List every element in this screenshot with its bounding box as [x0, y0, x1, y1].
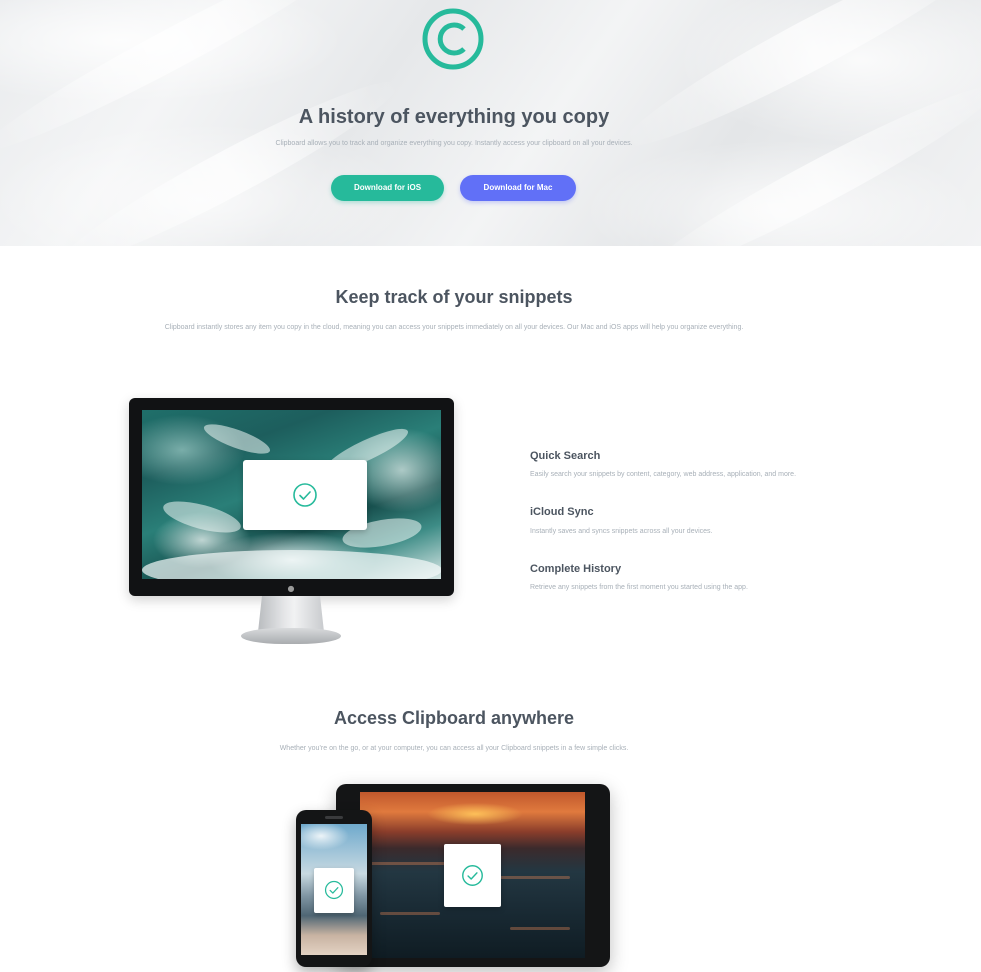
- copyright-icon: [422, 8, 484, 70]
- monitor-illustration: ●: [129, 398, 454, 596]
- feature-desc-icloud-sync: Instantly saves and syncs snippets acros…: [530, 528, 713, 535]
- shore-foam: [142, 550, 441, 579]
- snippet-card: [314, 868, 354, 913]
- download-ios-button[interactable]: Download for iOS: [331, 175, 444, 201]
- sunset-wave: [500, 876, 570, 879]
- feature-title-icloud-sync: iCloud Sync: [530, 506, 594, 518]
- access-subtitle: Whether you’re on the go, or at your com…: [279, 745, 629, 752]
- hero-title: A history of everything you copy: [298, 106, 610, 128]
- download-mac-button[interactable]: Download for Mac: [460, 175, 576, 201]
- wave-foam: [201, 418, 273, 460]
- feature-desc-complete-history: Retrieve any snippets from the first mom…: [530, 584, 748, 591]
- sunset-wave: [380, 912, 440, 915]
- feature-title-quick-search: Quick Search: [530, 450, 601, 462]
- access-title: Access Clipboard anywhere: [333, 708, 575, 728]
- check-circle-icon: [324, 880, 344, 900]
- phone-illustration: [296, 810, 372, 967]
- apple-logo-icon: ●: [287, 584, 295, 593]
- phone-screen: [301, 824, 367, 955]
- feature-desc-quick-search: Easily search your snippets by content, …: [530, 471, 797, 478]
- sunset-wave: [510, 927, 570, 930]
- snippets-title: Keep track of your snippets: [335, 287, 573, 307]
- hero-subtitle: Clipboard allows you to track and organi…: [275, 140, 633, 147]
- snippet-card: [243, 460, 367, 530]
- tablet-screen: [360, 792, 585, 958]
- check-circle-icon: [293, 483, 317, 507]
- tablet-illustration: [336, 784, 610, 967]
- snippets-subtitle: Clipboard instantly stores any item you …: [164, 324, 744, 331]
- wave-foam: [160, 495, 244, 539]
- feature-title-complete-history: Complete History: [530, 563, 622, 575]
- hero-section: A history of everything you copy Clipboa…: [0, 0, 981, 246]
- monitor-stand-neck: [258, 596, 324, 632]
- monitor-stand-base: [241, 628, 341, 644]
- check-circle-icon: [462, 865, 483, 886]
- phone-speaker: [325, 816, 343, 819]
- monitor-screen: [142, 410, 441, 579]
- snippet-card: [444, 844, 501, 907]
